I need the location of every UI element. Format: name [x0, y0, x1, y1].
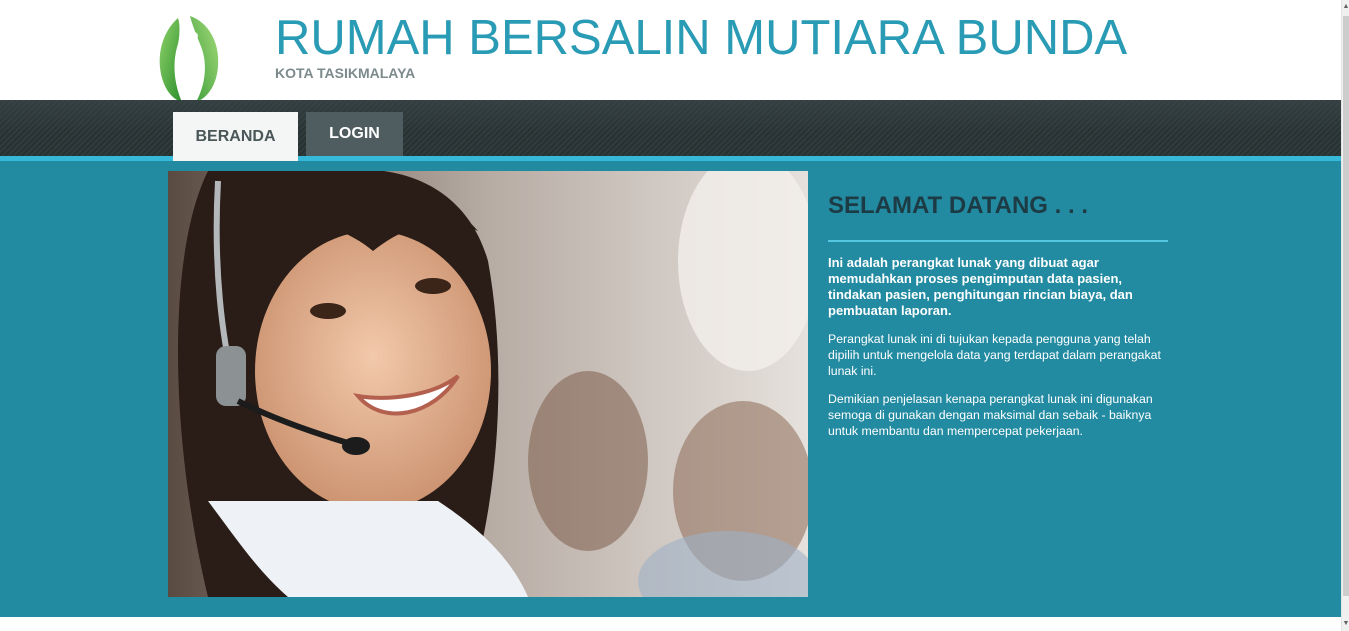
site-title: RUMAH BERSALIN MUTIARA BUNDA — [275, 11, 1128, 65]
description-paragraph: Perangkat lunak ini di tujukan kepada pe… — [828, 332, 1161, 378]
scroll-down-icon[interactable]: ▼ — [1342, 619, 1349, 629]
scrollbar-thumb[interactable] — [1343, 16, 1349, 596]
hero-photo — [168, 171, 808, 597]
vertical-scrollbar[interactable]: ▲ ▼ — [1341, 0, 1349, 631]
footer-space — [0, 617, 1341, 631]
header: RUMAH BERSALIN MUTIARA BUNDA KOTA TASIKM… — [0, 0, 1341, 102]
scroll-up-icon[interactable]: ▲ — [1342, 2, 1349, 12]
leaf-logo-icon — [156, 14, 226, 102]
welcome-divider — [828, 240, 1168, 242]
tab-beranda[interactable]: BERANDA — [173, 112, 298, 161]
intro-paragraph: Ini adalah perangkat lunak yang dibuat a… — [828, 255, 1133, 318]
main-content — [0, 161, 1341, 617]
site-subtitle: KOTA TASIKMALAYA — [275, 65, 416, 81]
welcome-title: SELAMAT DATANG . . . — [828, 192, 1088, 219]
tab-login[interactable]: LOGIN — [306, 112, 403, 156]
closing-paragraph: Demikian penjelasan kenapa perangkat lun… — [828, 392, 1153, 438]
page: RUMAH BERSALIN MUTIARA BUNDA KOTA TASIKM… — [0, 0, 1349, 631]
